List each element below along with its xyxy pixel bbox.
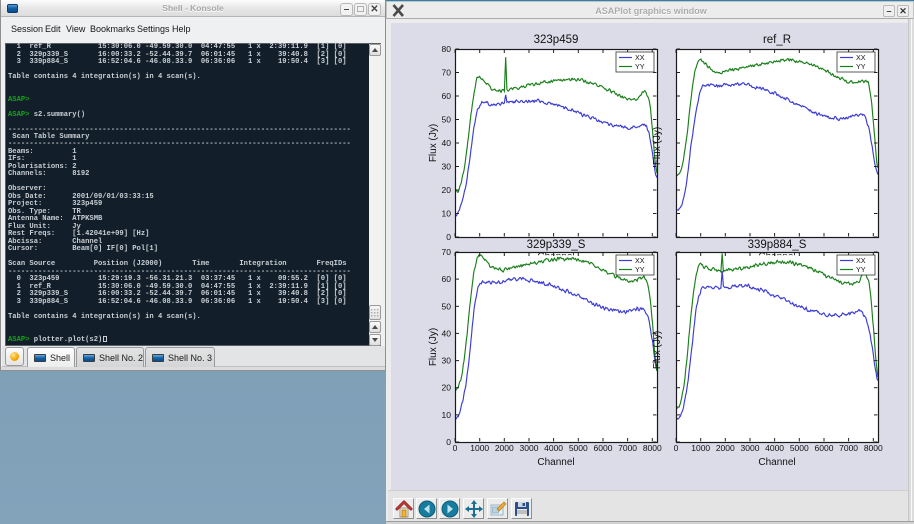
svg-text:3000: 3000 — [741, 443, 760, 453]
svg-text:YY: YY — [635, 265, 645, 274]
svg-text:YY: YY — [856, 265, 866, 274]
svg-text:20: 20 — [442, 185, 452, 195]
svg-text:2000: 2000 — [495, 443, 514, 453]
svg-text:YY: YY — [856, 62, 866, 71]
svg-text:40: 40 — [442, 138, 452, 148]
svg-text:6000: 6000 — [815, 443, 834, 453]
svg-text:Flux (Jy): Flux (Jy) — [428, 124, 439, 162]
svg-text:Flux (Jy): Flux (Jy) — [652, 127, 663, 165]
svg-text:XX: XX — [856, 53, 866, 62]
svg-text:50: 50 — [442, 115, 452, 125]
svg-text:Flux (Jy): Flux (Jy) — [428, 328, 439, 366]
svg-text:XX: XX — [635, 53, 645, 62]
svg-text:Flux (Jy): Flux (Jy) — [652, 331, 663, 369]
svg-text:4000: 4000 — [765, 443, 784, 453]
svg-text:323p459: 323p459 — [534, 34, 579, 46]
svg-text:10: 10 — [442, 209, 452, 219]
svg-text:70: 70 — [442, 247, 452, 257]
svg-text:0: 0 — [674, 443, 679, 453]
svg-text:60: 60 — [442, 91, 452, 101]
svg-text:8000: 8000 — [643, 443, 662, 453]
svg-text:YY: YY — [635, 62, 645, 71]
svg-text:20: 20 — [442, 383, 452, 393]
svg-text:6000: 6000 — [594, 443, 613, 453]
svg-text:3000: 3000 — [520, 443, 539, 453]
svg-text:4000: 4000 — [544, 443, 563, 453]
svg-text:40: 40 — [442, 328, 452, 338]
svg-text:329p339_S: 329p339_S — [527, 239, 586, 251]
svg-text:8000: 8000 — [864, 443, 883, 453]
svg-text:ref_R: ref_R — [763, 34, 791, 46]
svg-text:339p884_S: 339p884_S — [748, 239, 807, 251]
svg-text:0: 0 — [446, 232, 451, 242]
svg-text:80: 80 — [442, 44, 452, 54]
svg-text:Channel: Channel — [758, 457, 795, 468]
svg-text:70: 70 — [442, 68, 452, 78]
svg-text:0: 0 — [446, 437, 451, 447]
svg-text:1000: 1000 — [691, 443, 710, 453]
svg-text:7000: 7000 — [839, 443, 858, 453]
svg-text:XX: XX — [635, 256, 645, 265]
svg-text:30: 30 — [442, 162, 452, 172]
svg-text:Channel: Channel — [537, 457, 574, 468]
svg-text:XX: XX — [856, 256, 866, 265]
svg-text:60: 60 — [442, 274, 452, 284]
svg-text:2000: 2000 — [716, 443, 735, 453]
svg-text:5000: 5000 — [569, 443, 588, 453]
svg-text:0: 0 — [453, 443, 458, 453]
svg-text:50: 50 — [442, 301, 452, 311]
svg-text:30: 30 — [442, 356, 452, 366]
svg-text:7000: 7000 — [618, 443, 637, 453]
svg-text:1000: 1000 — [470, 443, 489, 453]
svg-text:5000: 5000 — [790, 443, 809, 453]
svg-text:10: 10 — [442, 410, 452, 420]
